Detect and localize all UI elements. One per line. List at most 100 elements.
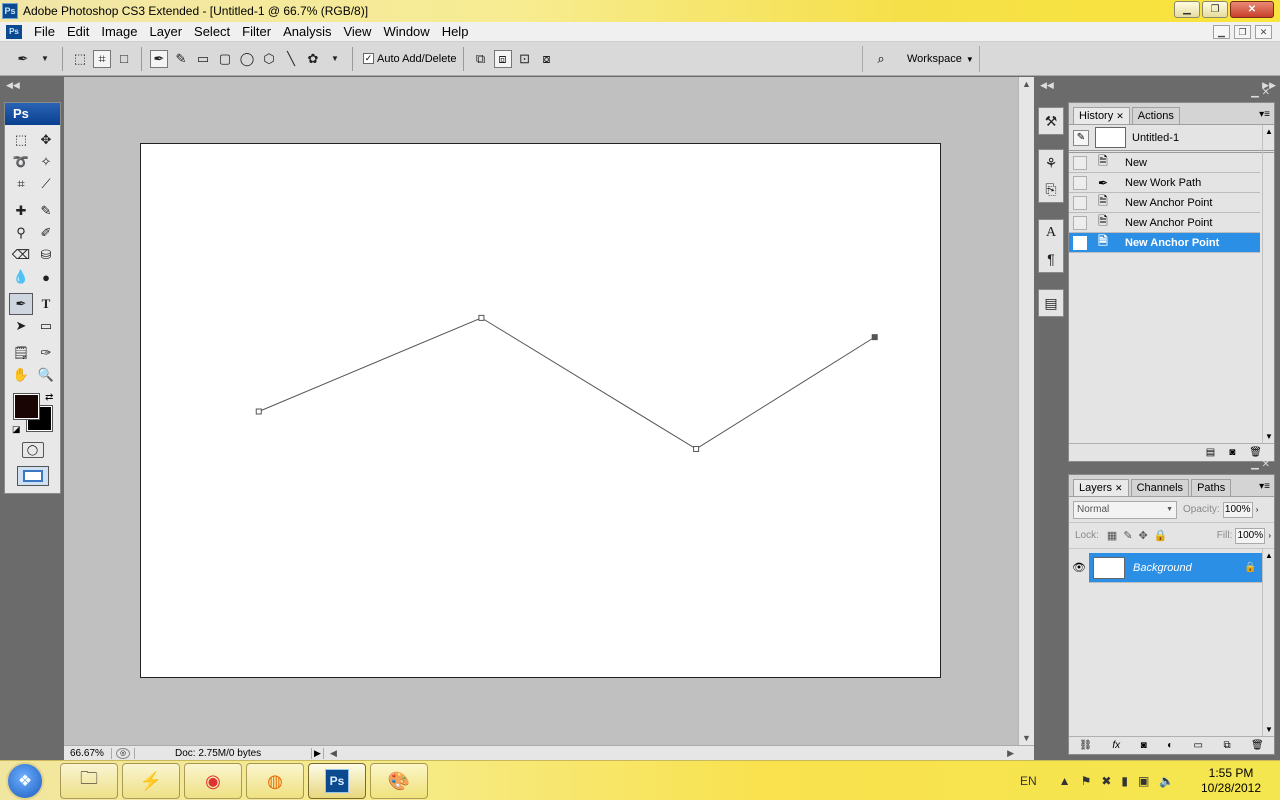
scroll-up-icon[interactable]: ▲ [1265, 551, 1273, 560]
status-nav-icon[interactable]: ◎ [116, 747, 130, 759]
move-icon[interactable]: ✥ [34, 129, 58, 151]
clone-stamp-icon[interactable]: ⚲ [9, 222, 33, 244]
paths-mode-icon[interactable]: ⌗ [93, 49, 111, 68]
eyedropper-icon[interactable]: ✑ [34, 342, 58, 364]
rectangular-marquee-icon[interactable]: ⬚ [9, 129, 33, 151]
doc-minimize-button[interactable]: ▁ [1213, 25, 1230, 39]
dodge-icon[interactable]: ● [34, 266, 58, 288]
opacity-field[interactable]: 100% [1222, 501, 1253, 518]
zoom-icon[interactable]: 🔍 [34, 364, 58, 386]
document-icon[interactable]: Ps [6, 24, 22, 39]
language-indicator[interactable]: EN [1020, 774, 1037, 788]
auto-add-delete-option[interactable]: ✓ Auto Add/Delete [363, 53, 457, 65]
tab-history[interactable]: History ✕ [1073, 107, 1130, 124]
taskbar-chrome[interactable]: ◉ [184, 763, 242, 799]
taskbar-photoshop[interactable]: Ps [308, 763, 366, 799]
paragraph-icon[interactable]: ¶ [1039, 246, 1063, 272]
anchor-point[interactable] [871, 334, 878, 341]
close-button[interactable]: ✕ [1230, 1, 1274, 18]
history-source-checkbox[interactable] [1073, 155, 1087, 170]
eraser-icon[interactable]: ⌫ [9, 244, 33, 266]
notes-icon[interactable]: 🗒 [9, 342, 33, 364]
taskbar-explorer[interactable]: 🗀 [60, 763, 118, 799]
scroll-up-icon[interactable]: ▲ [1022, 79, 1031, 89]
layers-scrollbar[interactable]: ▲ ▼ [1262, 549, 1274, 736]
brushes-icon[interactable]: ⚘ [1039, 150, 1063, 176]
vertical-scrollbar[interactable]: ▲ ▼ [1018, 77, 1034, 745]
clone-source-icon[interactable]: ⎘ [1039, 176, 1063, 202]
add-to-path-icon[interactable]: ⧉ [472, 50, 490, 68]
history-source-icon[interactable]: ✎ [1073, 129, 1089, 146]
history-brush-icon[interactable]: ✐ [34, 222, 58, 244]
menu-edit[interactable]: Edit [61, 22, 95, 42]
zoom-level[interactable]: 66.67% [64, 747, 112, 759]
rounded-rectangle-icon[interactable]: ▢ [216, 50, 234, 68]
tab-paths[interactable]: Paths [1191, 479, 1232, 496]
scroll-down-icon[interactable]: ▼ [1022, 733, 1031, 743]
rectangle-shape-icon[interactable]: ▭ [34, 315, 58, 337]
adjustment-layer-icon[interactable]: ◐ [1167, 740, 1173, 751]
doc-restore-button[interactable]: ❐ [1234, 25, 1251, 39]
pen-tool-preset-icon[interactable]: ✒ [14, 50, 32, 68]
scroll-down-icon[interactable]: ▼ [1265, 432, 1273, 441]
custom-shape-icon[interactable]: ✿ [304, 50, 322, 68]
tab-channels[interactable]: Channels [1130, 479, 1190, 496]
healing-brush-icon[interactable]: ✚ [9, 200, 33, 222]
quick-mask-icon[interactable]: ◯ [21, 442, 44, 458]
menu-analysis[interactable]: Analysis [277, 22, 337, 42]
intersect-path-icon[interactable]: ⊡ [516, 50, 534, 68]
collapse-arrows-icon[interactable]: ◀◀ [1040, 80, 1054, 91]
tab-layers[interactable]: Layers ✕ [1073, 479, 1129, 496]
anchor-point[interactable] [255, 408, 262, 415]
close-icon[interactable]: ✕ [1115, 483, 1123, 493]
history-source-checkbox[interactable] [1073, 175, 1087, 190]
chevron-down-icon[interactable]: ▼ [326, 50, 344, 68]
workspace-menu[interactable]: ⌕ Workspace ▼ [862, 46, 980, 72]
blur-icon[interactable]: 💧 [9, 266, 33, 288]
history-step-selected[interactable]: ▸ 🗎 New Anchor Point [1069, 233, 1260, 253]
layer-name[interactable]: Background [1133, 562, 1244, 574]
line-icon[interactable]: ╲ [282, 50, 300, 68]
history-scrollbar[interactable]: ▲ ▼ [1262, 125, 1274, 443]
type-icon[interactable]: T [34, 293, 58, 315]
start-button[interactable]: ❖ [6, 762, 44, 800]
fill-pixels-icon[interactable]: □ [115, 50, 133, 68]
polygon-icon[interactable]: ⬡ [260, 50, 278, 68]
network-icon[interactable]: ▮ [1121, 774, 1128, 788]
lock-position-icon[interactable]: ✥ [1139, 529, 1148, 542]
subtract-path-icon[interactable]: ⧈ [493, 49, 512, 68]
history-source-checkbox[interactable] [1073, 215, 1087, 230]
paint-bucket-icon[interactable]: ⛁ [34, 244, 58, 266]
clock[interactable]: 1:55 PM 10/28/2012 [1196, 766, 1266, 796]
menu-view[interactable]: View [337, 22, 377, 42]
history-source-checkbox[interactable] [1073, 195, 1087, 210]
eye-icon[interactable]: 👁 [1069, 552, 1089, 583]
ellipse-icon[interactable]: ◯ [238, 50, 256, 68]
panel-menu-icon[interactable]: ▾≡ [1259, 109, 1270, 120]
scroll-up-icon[interactable]: ▲ [1265, 127, 1273, 136]
pen-icon[interactable]: ✒ [9, 293, 33, 315]
chevron-right-icon[interactable]: › [1268, 531, 1271, 540]
lock-image-icon[interactable]: ✎ [1123, 529, 1132, 542]
menu-filter[interactable]: Filter [236, 22, 277, 42]
maximize-button[interactable]: ❐ [1202, 1, 1228, 18]
new-document-from-state-icon[interactable]: ▤ [1206, 447, 1215, 458]
trash-icon[interactable]: 🗑 [1251, 740, 1264, 751]
swap-colors-icon[interactable]: ⇄ [45, 392, 53, 403]
panel-minimize-close[interactable]: ▁ ✕ [1251, 459, 1270, 470]
close-icon[interactable]: ✕ [1116, 111, 1124, 121]
slice-icon[interactable]: ⟋ [34, 173, 58, 195]
collapse-arrows-icon[interactable]: ◀◀ [6, 80, 20, 91]
freeform-pen-icon[interactable]: ✎ [172, 50, 190, 68]
taskbar-firefox[interactable]: ◍ [246, 763, 304, 799]
layer-mask-icon[interactable]: ◙ [1141, 740, 1147, 751]
default-colors-icon[interactable]: ◪ [12, 424, 21, 435]
history-step[interactable]: 🗎 New Anchor Point [1069, 213, 1260, 233]
taskbar-winamp[interactable]: ⚡ [122, 763, 180, 799]
scroll-left-icon[interactable]: ◀ [330, 748, 337, 759]
work-path[interactable] [141, 144, 942, 679]
fill-field[interactable]: 100% [1235, 527, 1266, 544]
menu-window[interactable]: Window [377, 22, 435, 42]
lasso-icon[interactable]: ➰ [9, 151, 33, 173]
link-layers-icon[interactable]: ⛓ [1079, 740, 1092, 751]
